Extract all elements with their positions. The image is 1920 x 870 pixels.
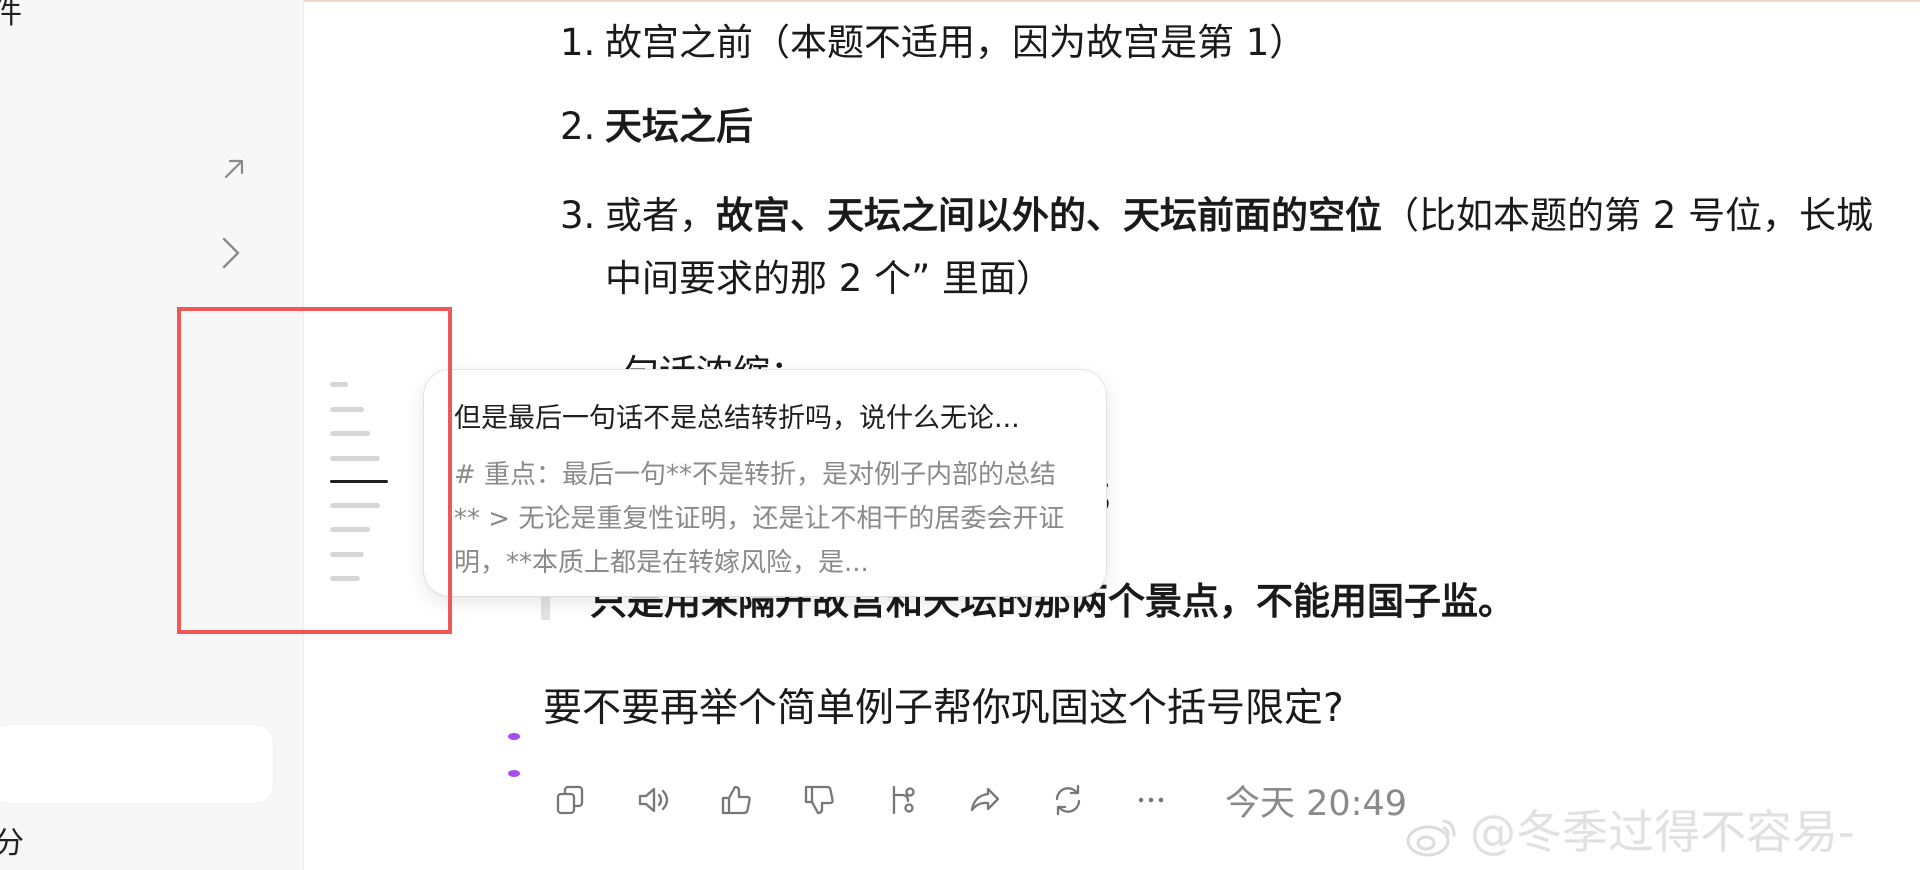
- watermark: @冬季过得不容易-: [1404, 796, 1855, 862]
- more-icon[interactable]: [1134, 783, 1168, 817]
- accent-dot: [508, 770, 520, 777]
- list-item-bold-text: 天坛之后: [605, 105, 753, 148]
- branch-icon[interactable]: [885, 783, 919, 817]
- outline-marker[interactable]: [330, 551, 364, 557]
- outline-marker[interactable]: [330, 527, 370, 532]
- watermark-text: @冬季过得不容易-: [1470, 805, 1855, 859]
- sidebar-truncated-label-bottom: 分: [0, 826, 24, 861]
- speaker-icon[interactable]: [636, 783, 670, 817]
- thumbs-down-icon[interactable]: [802, 783, 836, 817]
- weibo-logo-icon: [1406, 819, 1456, 856]
- outline-preview-popover[interactable]: 但是最后一句话不是总结转折吗，说什么无论... # 重点：最后一句**不是转折，…: [424, 370, 1106, 596]
- list-item-1: 1. 故宫之前（本题不适用，因为故宫是第 1）: [560, 12, 1306, 66]
- outline-marker[interactable]: [330, 576, 360, 581]
- outline-marker[interactable]: [330, 431, 370, 436]
- outline-marker[interactable]: [330, 455, 380, 461]
- outline-marker[interactable]: [330, 382, 348, 387]
- expand-arrow-icon[interactable]: [219, 154, 249, 184]
- outline-marker[interactable]: [330, 502, 380, 508]
- list-item-text: 故宫之前（本题不适用，因为故宫是第 1）: [605, 21, 1307, 64]
- accent-dot: [508, 733, 520, 740]
- sidebar-truncated-label: 件: [0, 0, 22, 31]
- conversation-outline-nav[interactable]: [330, 382, 388, 601]
- list-item-bold-text: 故宫、天坛之间以外的、天坛前面的空位: [716, 194, 1382, 237]
- sidebar-input-box[interactable]: [0, 725, 273, 803]
- list-number: 3.: [560, 194, 596, 237]
- list-number: 2.: [560, 105, 596, 148]
- outline-marker[interactable]: [330, 406, 364, 412]
- list-item-2: 2. 天坛之后: [560, 96, 753, 150]
- list-number: 1.: [560, 21, 596, 64]
- message-timestamp: 今天 20:49: [1225, 783, 1407, 824]
- message-action-toolbar: 今天 20:49: [553, 775, 1407, 825]
- outline-marker-active[interactable]: [330, 480, 388, 483]
- copy-icon[interactable]: [553, 783, 587, 817]
- sidebar: 件 分: [0, 0, 304, 870]
- list-item-3-continuation: 中间要求的那 2 个” 里面）: [605, 257, 1053, 300]
- popover-body: # 重点：最后一句**不是转折，是对例子内部的总结** > 无论是重复性证明，还…: [454, 460, 1065, 578]
- regenerate-icon[interactable]: [1051, 783, 1085, 817]
- share-icon[interactable]: [968, 783, 1002, 817]
- list-item-text: （比如本题的第 2 号位，长城: [1382, 194, 1874, 237]
- follow-up-question: 要不要再举个简单例子帮你巩固这个括号限定?: [543, 686, 1344, 731]
- popover-title: 但是最后一句话不是总结转折吗，说什么无论...: [454, 403, 1020, 434]
- chevron-right-icon[interactable]: [218, 235, 244, 271]
- list-item-text: 或者，: [605, 194, 716, 237]
- list-item-3: 3. 或者，故宫、天坛之间以外的、天坛前面的空位（比如本题的第 2 号位，长城: [560, 185, 1873, 239]
- thumbs-up-icon[interactable]: [719, 783, 753, 817]
